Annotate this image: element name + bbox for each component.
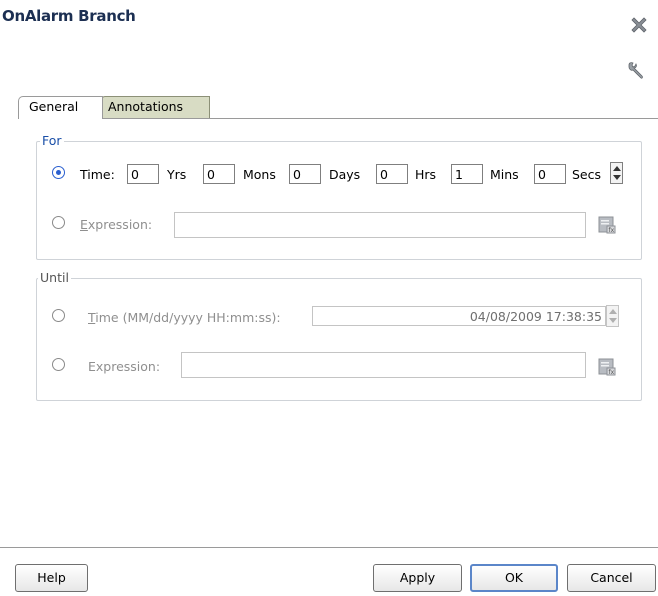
for-legend: For [40,133,64,148]
hours-unit-label: Hrs [415,167,437,182]
tab-general-label: General [29,99,79,114]
until-group [36,278,642,401]
days-field[interactable] [289,164,321,184]
dialog-title: OnAlarm Branch [2,7,136,25]
tab-divider [18,118,658,119]
days-unit-label: Days [329,167,361,182]
tab-annotations[interactable]: Annotations [101,96,210,118]
tab-general[interactable]: General [18,96,103,119]
ok-button-label: OK [504,570,524,585]
for-expression-field[interactable] [174,212,586,238]
seconds-unit-label: Secs [572,167,602,182]
until-expression-label: Expression: [88,359,161,374]
until-legend: Until [38,270,71,285]
for-expression-radio[interactable] [52,216,65,229]
for-time-radio[interactable] [52,166,65,179]
spinner-up-icon[interactable] [613,166,621,171]
svg-text:fx: fx [609,227,615,234]
wrench-icon[interactable] [625,60,647,82]
ok-button[interactable]: OK [470,564,558,592]
until-datetime-field[interactable] [312,306,606,326]
expression-builder-icon[interactable]: fx [598,216,616,234]
duration-spinner[interactable] [610,162,623,184]
years-field[interactable] [127,164,159,184]
until-time-radio[interactable] [52,309,65,322]
close-icon[interactable] [630,16,648,34]
help-button-label: Help [37,570,66,585]
minutes-unit-label: Mins [490,167,519,182]
apply-button-label: Apply [399,570,436,585]
for-time-label: Time: [80,167,115,182]
months-field[interactable] [203,164,235,184]
until-expression-builder-icon[interactable]: fx [598,358,616,376]
help-button[interactable]: Help [15,564,88,592]
for-group [36,141,642,260]
seconds-field[interactable] [534,164,566,184]
datetime-spinner-down-icon[interactable] [609,318,617,323]
cancel-button-label: Cancel [590,570,633,585]
apply-button[interactable]: Apply [373,564,462,592]
footer-divider [0,547,658,548]
for-expression-label: Expression: [80,217,153,232]
until-expression-radio[interactable] [52,358,65,371]
minutes-field[interactable] [451,164,483,184]
until-time-label: Time (MM/dd/yyyy HH:mm:ss): [88,310,281,325]
until-expression-field[interactable] [181,352,586,378]
tab-annotations-label: Annotations [108,99,184,114]
svg-text:fx: fx [609,369,615,376]
hours-field[interactable] [376,164,408,184]
months-unit-label: Mons [243,167,276,182]
datetime-spinner[interactable] [606,305,619,327]
years-unit-label: Yrs [167,167,187,182]
cancel-button[interactable]: Cancel [567,564,656,592]
spinner-down-icon[interactable] [613,175,621,180]
datetime-spinner-up-icon[interactable] [609,309,617,314]
